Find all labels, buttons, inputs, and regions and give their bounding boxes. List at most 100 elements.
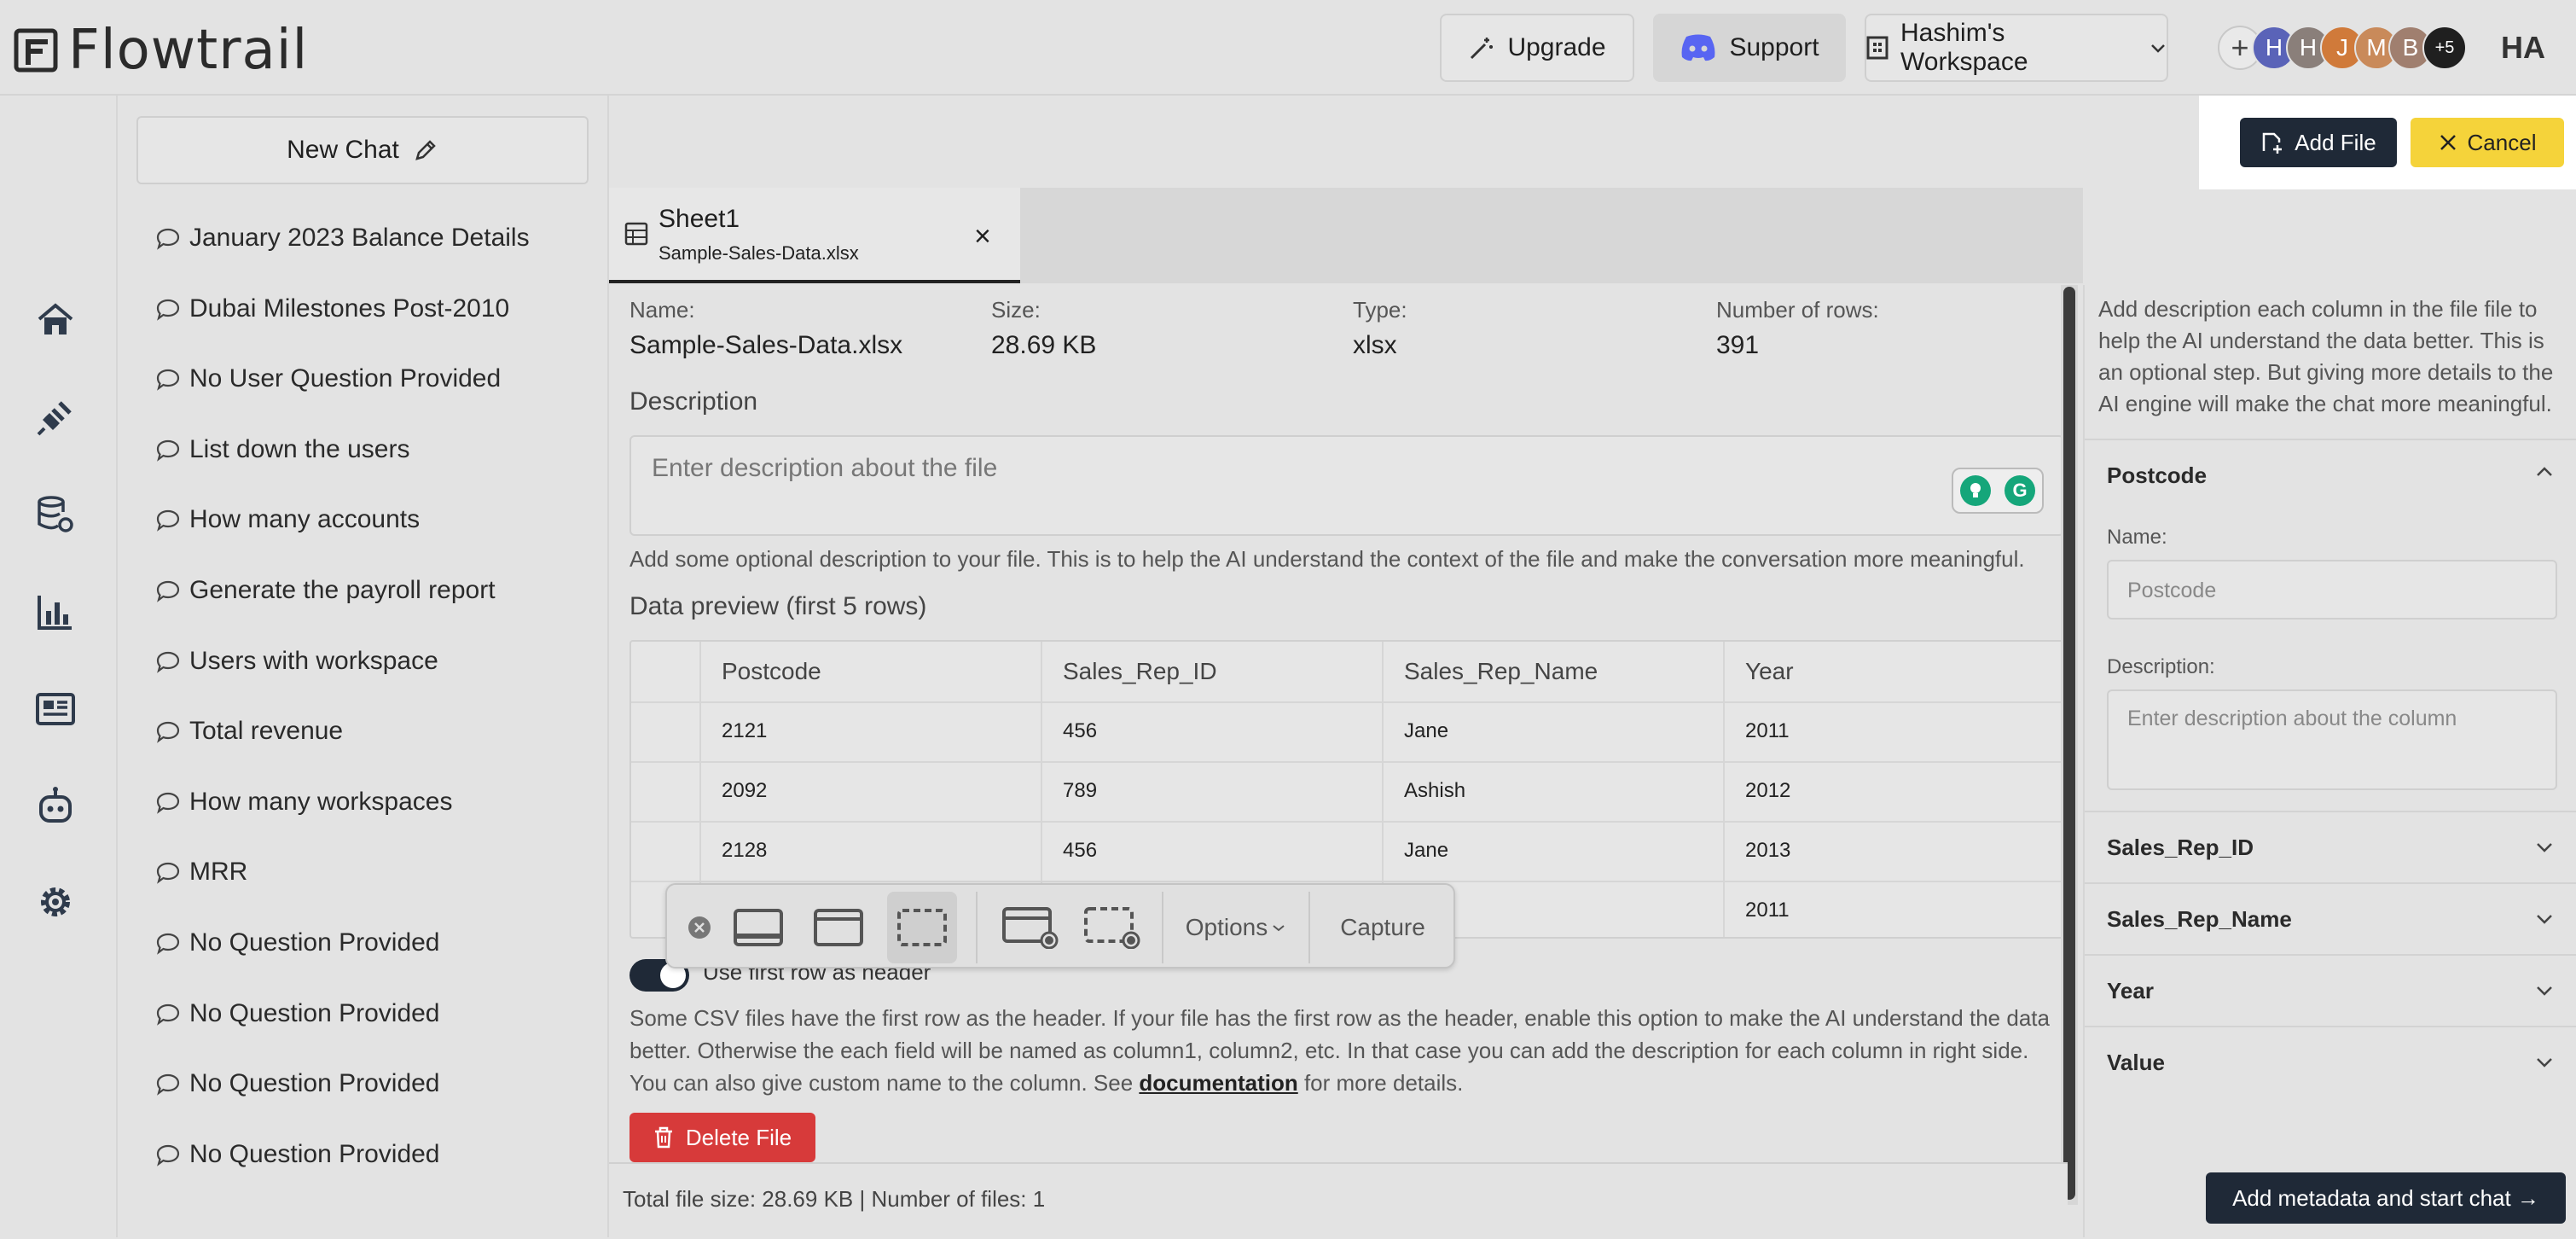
documentation-link[interactable]: documentation [1139,1070,1297,1096]
chat-title: No Question Provided [189,928,440,957]
cancel-label: Cancel [2467,129,2537,155]
add-file-button[interactable]: Add File [2240,118,2397,167]
column-accordion[interactable]: Year [2085,954,2576,1027]
description-help: Add some optional description to your fi… [629,546,2025,572]
database-settings-icon[interactable] [34,493,77,536]
chat-bubble-icon [156,933,180,955]
building-icon [1866,36,1888,60]
capture-selection-icon[interactable] [887,892,957,963]
column-description-input[interactable]: Enter description about the column [2107,689,2557,790]
column-accordion[interactable]: Sales_Rep_ID [2085,811,2576,884]
add-file-label: Add File [2295,129,2376,155]
new-chat-button[interactable]: New Chat [136,116,589,184]
table-cell: Jane [1382,821,1723,881]
column-accordion[interactable]: Value [2085,1026,2576,1099]
file-type-label: Type: [1353,297,1407,323]
robot-icon[interactable] [34,785,77,828]
chevron-down-icon [2537,986,2552,996]
chat-sidebar: New Chat January 2023 Balance Details Dub… [118,96,609,1237]
row-count-label: Number of rows: [1716,297,1879,323]
lightbulb-icon [1960,475,1991,506]
chat-history-item[interactable]: No Question Provided [155,928,599,999]
chevron-up-icon[interactable] [2535,466,2554,478]
accordion-title[interactable]: Postcode [2107,462,2207,489]
app-logo[interactable]: Flowtrail [14,19,308,82]
accordion-title: Sales_Rep_Name [2107,906,2292,932]
chat-bubble-icon [156,792,180,814]
column-name-placeholder: Postcode [2127,579,2217,602]
chat-history-item[interactable]: List down the users [155,435,599,506]
delete-file-button[interactable]: Delete File [629,1113,815,1162]
chat-history-item[interactable]: January 2023 Balance Details [155,224,599,294]
chat-history-item[interactable]: Users with workspace [155,647,599,718]
close-circle-icon[interactable] [682,902,717,953]
file-size-label: Size: [991,297,1041,323]
chart-icon[interactable] [34,590,77,633]
capture-button[interactable]: Capture [1327,902,1438,953]
table-cell: 2012 [1723,761,2068,821]
table-cell: 2011 [1723,701,2068,761]
chat-history-item[interactable]: MRR [155,858,599,928]
close-tab-icon[interactable]: × [974,220,991,253]
column-name-input[interactable]: Postcode [2107,560,2557,620]
file-name-value: Sample-Sales-Data.xlsx [629,331,903,359]
table-cell: Ashish [1382,761,1723,821]
options-dropdown[interactable]: Options [1182,902,1290,953]
chat-history-item[interactable]: Dubai Milestones Post-2010 [155,294,599,365]
home-icon[interactable] [34,299,77,341]
pencil-icon [415,140,436,160]
grammarly-widget[interactable]: G [1952,468,2044,514]
file-description-input[interactable]: Enter description about the file G [629,435,2064,536]
app-name: Flowtrail [68,19,309,82]
toolbar-divider [1162,892,1163,963]
record-selection-icon[interactable] [1080,902,1145,953]
chat-bubble-icon [156,651,180,673]
column-accordion[interactable]: Sales_Rep_Name [2085,882,2576,956]
chat-history-item[interactable]: No User Question Provided [155,364,599,435]
capture-window-icon[interactable] [809,902,868,953]
workspace-selector[interactable]: Hashim's Workspace [1865,14,2168,82]
settings-icon[interactable] [34,881,77,923]
chat-history-item[interactable]: No Question Provided [155,1140,599,1211]
scrollbar-thumb[interactable] [2063,287,2075,1200]
start-chat-button[interactable]: Add metadata and start chat → [2206,1172,2566,1224]
upgrade-button[interactable]: Upgrade [1440,14,1634,82]
row-index-cell [631,701,699,761]
new-chat-label: New Chat [287,136,399,164]
chat-history-item[interactable]: No Question Provided [155,999,599,1070]
column-header: Sales_Rep_ID [1041,642,1382,701]
help-text-end: for more details. [1297,1070,1464,1096]
capture-screen-icon[interactable] [728,902,788,953]
chat-history-item[interactable]: No Question Provided [155,1069,599,1140]
trash-icon [654,1126,672,1149]
toolbar-divider [976,892,978,963]
chat-bubble-icon [156,228,180,250]
table-cell: 2121 [699,701,1041,761]
more-members-badge[interactable]: +5 [2422,26,2467,70]
user-menu-avatar[interactable]: HA [2492,19,2554,77]
chat-history-item[interactable]: How many workspaces [155,788,599,858]
chat-history-item[interactable]: Total revenue [155,717,599,788]
support-button[interactable]: Support [1653,14,1846,82]
plug-icon[interactable] [34,396,77,439]
table-cell: 456 [1041,821,1382,881]
chat-history-item[interactable]: Generate the payroll report [155,576,599,647]
file-tab-bar: Sheet1 Sample-Sales-Data.xlsx × [609,188,2083,283]
record-screen-icon[interactable] [998,902,1063,953]
chat-history-item[interactable]: How many accounts [155,505,599,576]
table-cell: 2013 [1723,821,2068,881]
table-cell: 2011 [1723,881,2068,937]
cancel-button[interactable]: Cancel [2411,118,2564,167]
file-type-value: xlsx [1353,331,1397,359]
chat-title: Dubai Milestones Post-2010 [189,294,510,323]
file-size-value: 28.69 KB [991,331,1097,359]
tab-sheet1[interactable]: Sheet1 Sample-Sales-Data.xlsx × [609,188,1020,283]
chat-title: No User Question Provided [189,364,502,393]
grammarly-icon: G [2005,475,2035,506]
chevron-down-icon [2537,843,2552,852]
add-file-icon [2263,132,2283,154]
member-avatars[interactable]: + H H J M B +5 [2218,24,2467,72]
chat-bubble-icon [156,510,180,532]
report-icon[interactable] [34,688,77,730]
chat-bubble-icon [156,863,180,885]
